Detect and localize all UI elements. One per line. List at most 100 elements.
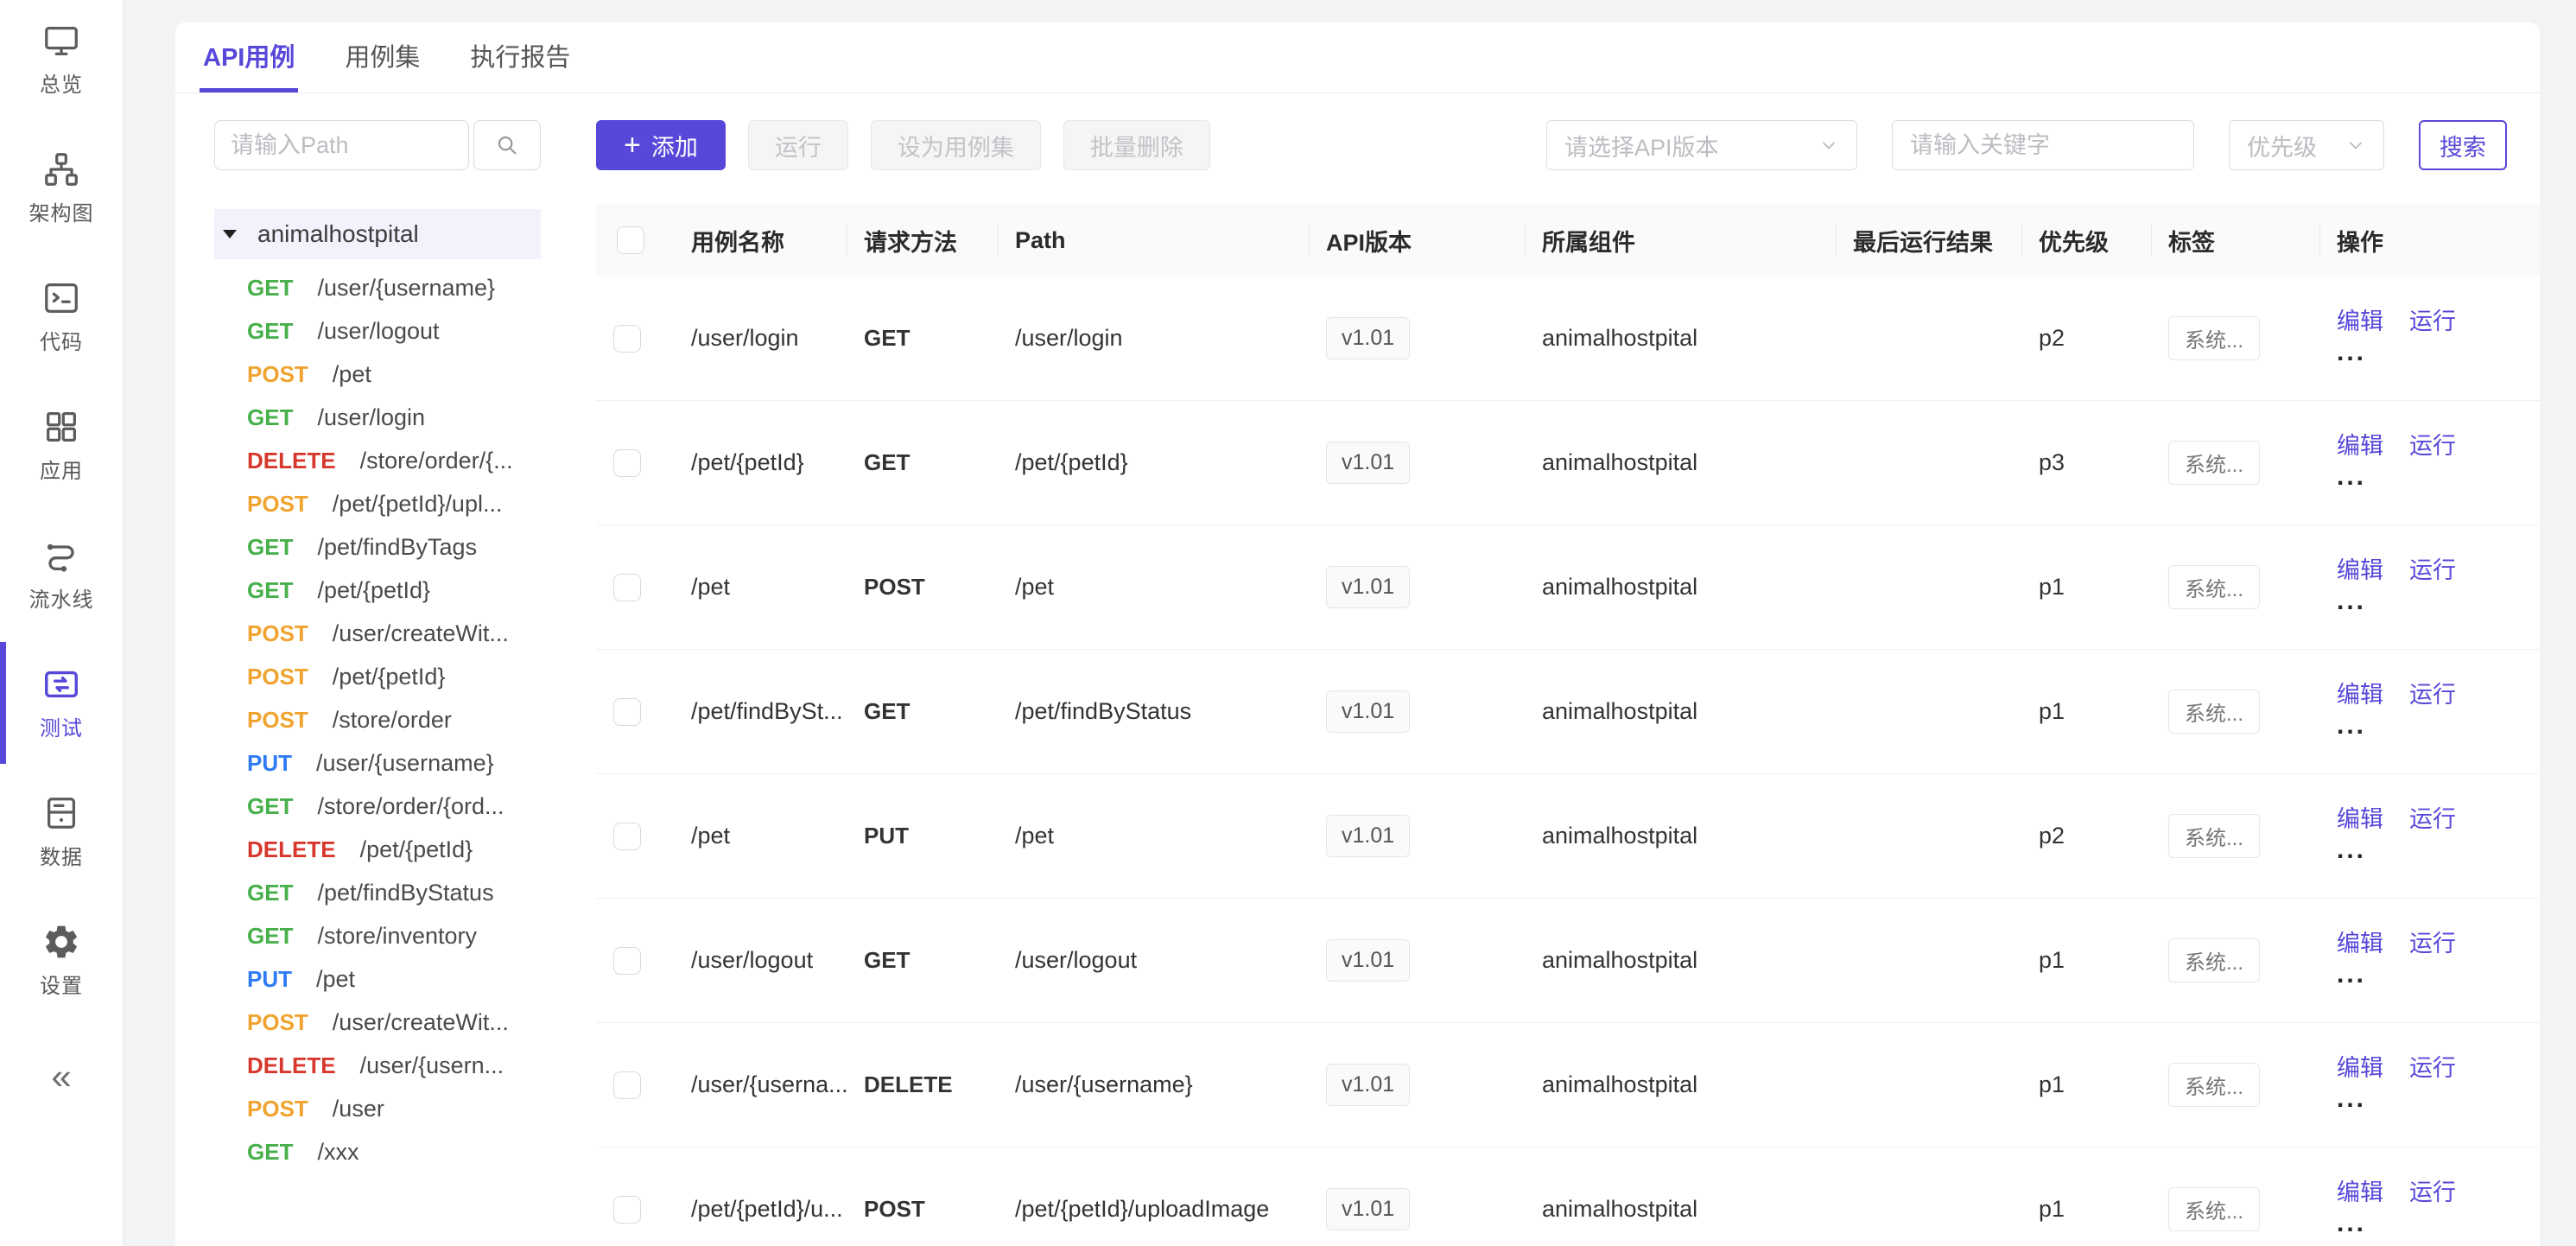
caret-down-icon — [223, 230, 237, 238]
table-row: /user/logout GET /user/logout v1.01 anim… — [596, 899, 2540, 1023]
sidebar-item-pipeline[interactable]: 流水线 — [0, 536, 123, 613]
more-actions-icon[interactable]: ... — [2337, 335, 2540, 371]
tree-item[interactable]: POST/user — [214, 1087, 541, 1130]
row-checkbox[interactable] — [613, 947, 641, 975]
tree-item[interactable]: GET/pet/findByTags — [214, 525, 541, 569]
tab-api-cases[interactable]: API用例 — [200, 22, 298, 92]
tree-item[interactable]: GET/pet/findByStatus — [214, 871, 541, 914]
apps-grid-icon — [41, 407, 81, 447]
tree-item[interactable]: POST/pet/{petId}/upl... — [214, 482, 541, 525]
more-actions-icon[interactable]: ... — [2337, 957, 2540, 993]
tree-item[interactable]: GET/xxx — [214, 1130, 541, 1173]
sidebar-item-code[interactable]: 代码 — [0, 278, 123, 355]
tree-item[interactable]: DELETE/pet/{petId} — [214, 828, 541, 871]
run-link[interactable]: 运行 — [2409, 804, 2456, 835]
edit-link[interactable]: 编辑 — [2337, 306, 2383, 337]
row-checkbox[interactable] — [613, 1071, 641, 1099]
priority-select[interactable]: 优先级 — [2229, 120, 2384, 170]
tag-badge[interactable]: 系统... — [2168, 814, 2260, 858]
table-body: /user/login GET /user/login v1.01 animal… — [596, 277, 2540, 1246]
tag-badge[interactable]: 系统... — [2168, 690, 2260, 734]
plus-icon: + — [624, 130, 641, 160]
tree-item[interactable]: GET/user/{username} — [214, 266, 541, 309]
tree-item[interactable]: PUT/user/{username} — [214, 741, 541, 785]
row-checkbox[interactable] — [613, 325, 641, 353]
path-label: /user/createWit... — [333, 1009, 509, 1036]
more-actions-icon[interactable]: ... — [2337, 584, 2540, 620]
tag-badge[interactable]: 系统... — [2168, 938, 2260, 982]
more-actions-icon[interactable]: ... — [2337, 833, 2540, 868]
edit-link[interactable]: 编辑 — [2337, 1177, 2383, 1208]
api-version-select[interactable]: 请选择API版本 — [1546, 120, 1857, 170]
run-link[interactable]: 运行 — [2409, 555, 2456, 586]
run-link[interactable]: 运行 — [2409, 928, 2456, 959]
settings-gear-icon — [41, 922, 81, 962]
tab-run-reports[interactable]: 执行报告 — [466, 22, 574, 92]
tree-item[interactable]: PUT/pet — [214, 957, 541, 1001]
tree-item[interactable]: GET/user/logout — [214, 309, 541, 353]
run-link[interactable]: 运行 — [2409, 679, 2456, 710]
more-actions-icon[interactable]: ... — [2337, 1082, 2540, 1117]
select-all-checkbox[interactable] — [617, 226, 644, 254]
method-label: GET — [247, 534, 293, 561]
edit-link[interactable]: 编辑 — [2337, 430, 2383, 461]
edit-link[interactable]: 编辑 — [2337, 804, 2383, 835]
run-link[interactable]: 运行 — [2409, 1052, 2456, 1084]
path-search-button[interactable] — [473, 120, 541, 170]
tag-badge[interactable]: 系统... — [2168, 1063, 2260, 1107]
keyword-input[interactable] — [1892, 120, 2194, 170]
edit-link[interactable]: 编辑 — [2337, 555, 2383, 586]
run-link[interactable]: 运行 — [2409, 306, 2456, 337]
search-button[interactable]: 搜索 — [2419, 120, 2507, 170]
edit-link[interactable]: 编辑 — [2337, 679, 2383, 710]
header-method: 请求方法 — [847, 224, 998, 257]
sidebar-collapse-button[interactable]: « — [51, 1056, 71, 1097]
row-checkbox[interactable] — [613, 574, 641, 601]
run-button[interactable]: 运行 — [748, 120, 848, 170]
tree-item[interactable]: GET/store/order/{ord... — [214, 785, 541, 828]
row-checkbox[interactable] — [613, 1196, 641, 1224]
add-button[interactable]: + 添加 — [596, 120, 726, 170]
more-actions-icon[interactable]: ... — [2337, 460, 2540, 495]
tree-root-label: animalhostpital — [257, 220, 419, 248]
tree-item[interactable]: DELETE/user/{usern... — [214, 1044, 541, 1087]
set-caseset-button[interactable]: 设为用例集 — [871, 120, 1041, 170]
tree-root-animalhostpital[interactable]: animalhostpital — [214, 209, 541, 259]
tag-badge[interactable]: 系统... — [2168, 565, 2260, 609]
actions-cell: 编辑运行 ... — [2319, 1177, 2540, 1242]
run-link[interactable]: 运行 — [2409, 430, 2456, 461]
method-label: POST — [247, 491, 308, 518]
tree-item[interactable]: POST/pet/{petId} — [214, 655, 541, 698]
tag-badge[interactable]: 系统... — [2168, 316, 2260, 360]
more-actions-icon[interactable]: ... — [2337, 709, 2540, 744]
sidebar-item-data[interactable]: 数据 — [0, 793, 123, 870]
tree-item[interactable]: POST/store/order — [214, 698, 541, 741]
row-checkbox[interactable] — [613, 449, 641, 477]
tree-item[interactable]: GET/pet/{petId} — [214, 569, 541, 612]
more-actions-icon[interactable]: ... — [2337, 1206, 2540, 1242]
path-search-input[interactable] — [214, 120, 469, 170]
tag-badge[interactable]: 系统... — [2168, 441, 2260, 485]
sidebar-item-apps[interactable]: 应用 — [0, 407, 123, 484]
sidebar-item-settings[interactable]: 设置 — [0, 922, 123, 999]
tree-item[interactable]: GET/user/login — [214, 396, 541, 439]
batch-delete-button[interactable]: 批量删除 — [1063, 120, 1210, 170]
tab-case-sets[interactable]: 用例集 — [341, 22, 423, 92]
tree-item[interactable]: POST/user/createWit... — [214, 1001, 541, 1044]
tree-item[interactable]: DELETE/store/order/{... — [214, 439, 541, 482]
row-checkbox[interactable] — [613, 823, 641, 850]
version-badge: v1.01 — [1326, 1064, 1410, 1106]
sidebar-item-architecture[interactable]: 架构图 — [0, 149, 123, 226]
tree-item[interactable]: POST/user/createWit... — [214, 612, 541, 655]
edit-link[interactable]: 编辑 — [2337, 928, 2383, 959]
row-checkbox[interactable] — [613, 698, 641, 726]
path-label: /user — [333, 1096, 384, 1122]
tag-badge[interactable]: 系统... — [2168, 1187, 2260, 1231]
tree-item[interactable]: GET/store/inventory — [214, 914, 541, 957]
sidebar-item-test[interactable]: 测试 — [0, 664, 123, 741]
tree-item[interactable]: POST/pet — [214, 353, 541, 396]
run-link[interactable]: 运行 — [2409, 1177, 2456, 1208]
edit-link[interactable]: 编辑 — [2337, 1052, 2383, 1084]
sidebar-item-overview[interactable]: 总览 — [0, 21, 123, 98]
component-cell: animalhostpital — [1525, 947, 1836, 974]
